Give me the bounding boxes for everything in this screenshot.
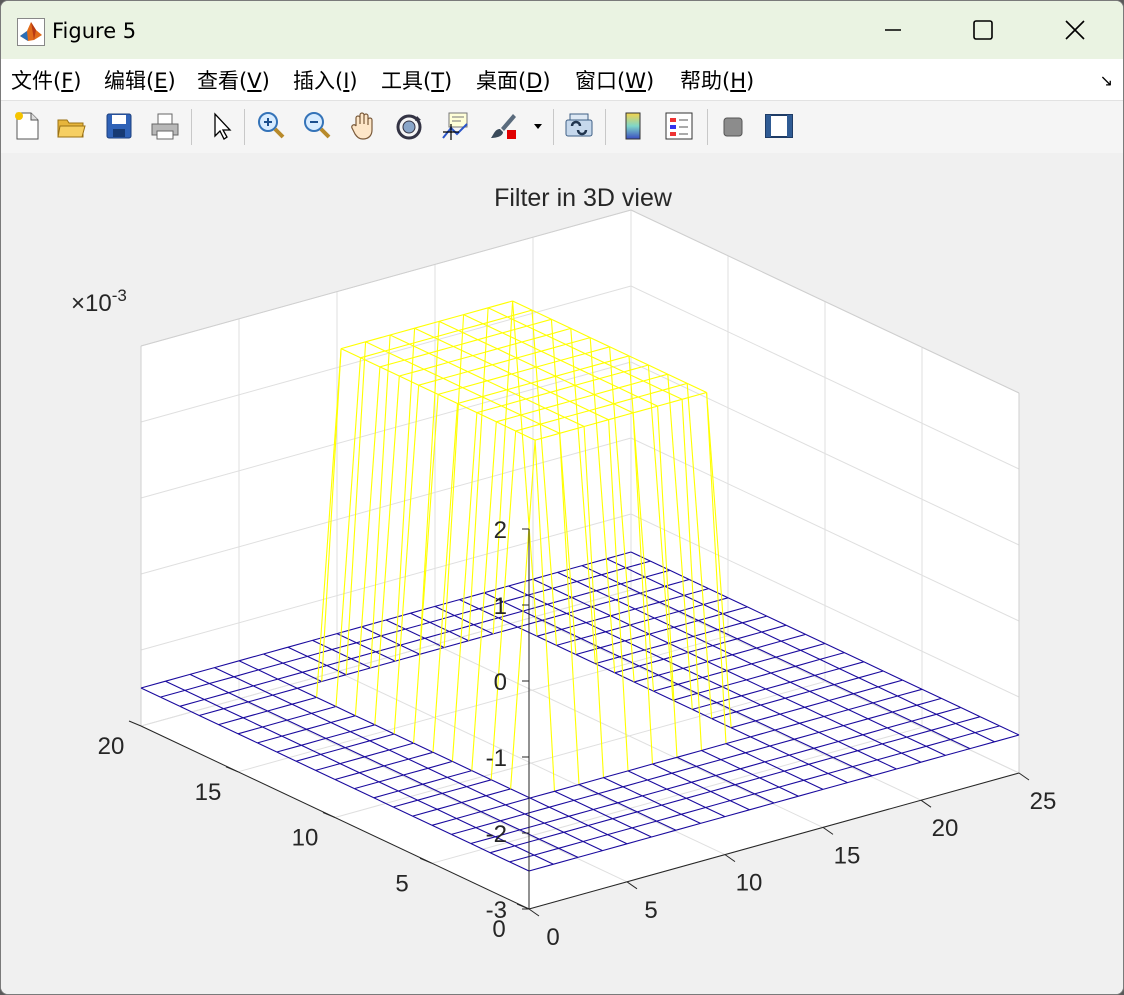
x-tick-label: 10 (736, 870, 763, 897)
menu-desktop[interactable]: 桌面(D) (476, 65, 551, 95)
x-tick-label: 5 (644, 897, 657, 924)
close-icon (1065, 20, 1085, 40)
matlab-logo-icon (17, 18, 45, 46)
menu-edit[interactable]: 编辑(E) (104, 65, 176, 95)
pan-hand-icon[interactable] (345, 107, 381, 145)
axes-grid (140, 209, 1020, 910)
brush-icon[interactable] (485, 107, 521, 145)
menu-tools[interactable]: 工具(T) (381, 65, 452, 95)
brush-dropdown-icon[interactable] (527, 107, 549, 145)
x-tick (626, 881, 638, 890)
colorbar-icon[interactable] (615, 107, 651, 145)
x-tick-label: 20 (932, 815, 959, 842)
link-plot-icon[interactable] (561, 107, 597, 145)
x-tick-label: 15 (834, 842, 861, 869)
window-title: Figure 5 (52, 19, 137, 43)
show-plot-tools-icon[interactable] (761, 107, 797, 145)
new-figure-icon[interactable] (9, 107, 45, 145)
close-button[interactable] (1029, 1, 1121, 59)
x-tick (724, 854, 736, 863)
pointer-icon[interactable] (203, 107, 239, 145)
y-tick-label: 5 (395, 870, 408, 897)
minimize-button[interactable] (847, 1, 939, 59)
x-tick (1018, 772, 1030, 781)
y-tick-label: 10 (292, 825, 319, 852)
legend-icon[interactable] (661, 107, 697, 145)
print-icon[interactable] (147, 107, 183, 145)
minimize-icon (885, 29, 901, 31)
x-tick (528, 908, 540, 917)
figure-window: Figure 5 文件(F) 编辑(E) 查看(V) 插入(I) 工具(T) 桌… (0, 0, 1124, 995)
maximize-button[interactable] (937, 1, 1029, 59)
x-tick-label: 25 (1030, 788, 1057, 815)
save-icon[interactable] (101, 107, 137, 145)
menu-help[interactable]: 帮助(H) (680, 65, 754, 95)
rotate-3d-icon[interactable] (391, 107, 427, 145)
z-tick-label: 0 (494, 669, 507, 696)
y-tick (128, 720, 142, 727)
figure-canvas[interactable]: Filter in 3D view 0 5 10 15 20 25 0 5 10 15 20 -3 -2… (1, 153, 1123, 994)
x-tick-label: 0 (546, 924, 559, 951)
menu-file[interactable]: 文件(F) (11, 65, 82, 95)
hide-plot-tools-icon[interactable] (715, 107, 751, 145)
z-tick-label: 1 (494, 593, 507, 620)
menu-bar: 文件(F) 编辑(E) 查看(V) 插入(I) 工具(T) 桌面(D) 窗口(W… (1, 59, 1123, 100)
menu-window[interactable]: 窗口(W) (575, 65, 654, 95)
z-tick-label: -3 (486, 897, 507, 924)
zoom-out-icon[interactable] (299, 107, 335, 145)
axes-3d-plot[interactable]: Filter in 3D view 0 5 10 15 20 25 0 5 10 15 20 -3 -2… (1, 153, 1123, 994)
figure-toolbar (1, 100, 1123, 154)
data-cursor-icon[interactable] (437, 107, 473, 145)
y-tick-label: 20 (98, 733, 125, 760)
dock-figure-icon[interactable]: ↘ (1100, 71, 1113, 90)
open-file-icon[interactable] (53, 107, 89, 145)
title-bar[interactable]: Figure 5 (1, 1, 1123, 59)
x-tick (920, 799, 932, 808)
z-tick-label: -2 (486, 821, 507, 848)
maximize-icon (973, 20, 993, 40)
z-tick-label: 2 (494, 517, 507, 544)
x-tick (822, 826, 834, 835)
y-tick-label: 15 (195, 779, 222, 806)
zoom-in-icon[interactable] (253, 107, 289, 145)
menu-insert[interactable]: 插入(I) (293, 65, 358, 95)
menu-view[interactable]: 查看(V) (197, 65, 270, 95)
plot-title: Filter in 3D view (494, 184, 673, 212)
z-tick-label: -1 (486, 745, 507, 772)
z-exponent-label: ×10-3 (71, 286, 127, 317)
